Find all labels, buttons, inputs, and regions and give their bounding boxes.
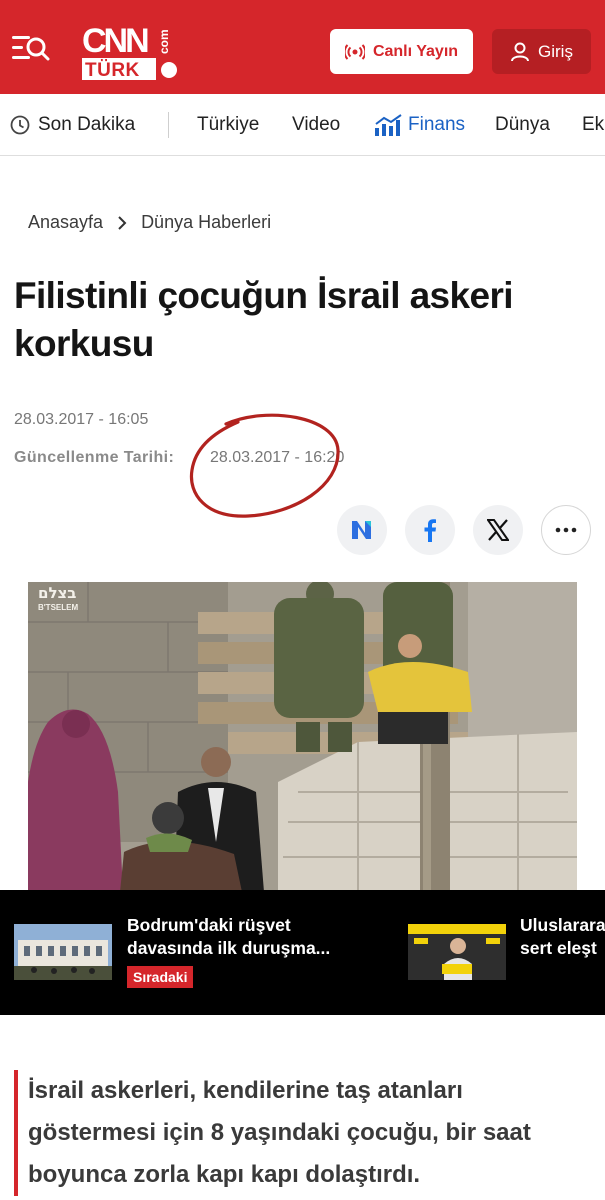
watermark-btselem: B'TSELEM	[38, 603, 78, 612]
share-x-button[interactable]	[473, 505, 523, 555]
next-badge: Sıradaki	[127, 966, 194, 988]
nav-label: Ek	[582, 114, 605, 135]
logo-turk-text: TÜRK	[85, 60, 140, 81]
news-headline-line: Uluslarara	[520, 915, 605, 935]
news-headline-line: sert eleşt	[520, 938, 597, 958]
breadcrumb: Anasayfa Dünya Haberleri	[28, 212, 271, 233]
updated-label: Güncellenme Tarihi:	[14, 449, 175, 466]
logo-com-text: com	[157, 29, 171, 54]
nav-item-son-dakika[interactable]: Son Dakika	[10, 114, 135, 136]
share-more-button[interactable]	[541, 505, 591, 555]
nav-label: Türkiye	[197, 114, 260, 135]
live-stream-button[interactable]: Canlı Yayın	[330, 29, 473, 74]
updated-date: 28.03.2017 - 16:20	[210, 449, 345, 466]
clock-icon	[10, 115, 30, 135]
nav-item-turkiye[interactable]: Türkiye	[197, 114, 259, 136]
nav-item-video[interactable]: Video	[292, 114, 340, 136]
category-nav: Son Dakika Türkiye Video Finans Dünya Ek	[0, 94, 605, 156]
news-headline[interactable]: Bodrum'daki rüşvet davasında ilk duruşma…	[127, 914, 367, 960]
nav-label: Son Dakika	[38, 114, 136, 135]
breadcrumb-home[interactable]: Anasayfa	[28, 212, 103, 233]
share-facebook-button[interactable]	[405, 505, 455, 555]
more-icon	[555, 527, 577, 533]
nav-label: Video	[292, 114, 341, 135]
news-thumbnail[interactable]	[408, 924, 506, 980]
article-video-image[interactable]: בצלם B'TSELEM	[28, 582, 577, 892]
login-label: Giriş	[538, 41, 573, 61]
nav-item-finans[interactable]: Finans	[374, 114, 465, 136]
news-headline-partial[interactable]: Uluslarara sert eleşt	[520, 914, 605, 960]
logo-cnn-text: CNN	[82, 22, 148, 60]
nav-label: Dünya	[495, 114, 550, 135]
article-lead: İsrail askerleri, kendilerine taş atanla…	[14, 1070, 574, 1196]
nav-item-ek[interactable]: Ek	[582, 114, 604, 136]
watermark-hebrew: בצלם	[38, 584, 76, 602]
facebook-icon	[424, 519, 436, 542]
broadcast-icon	[344, 43, 365, 60]
news-icon	[352, 521, 371, 539]
login-button[interactable]: Giriş	[492, 29, 591, 74]
chevron-right-icon	[118, 215, 127, 230]
user-icon	[511, 42, 530, 61]
x-icon	[487, 519, 509, 541]
share-news-button[interactable]	[337, 505, 387, 555]
nav-divider	[168, 112, 169, 138]
chart-icon	[375, 114, 402, 136]
menu-search-icon[interactable]	[12, 34, 50, 64]
article-title: Filistinli çocuğun İsrail askeri korkusu	[14, 275, 514, 364]
published-date: 28.03.2017 - 16:05	[14, 411, 149, 428]
live-stream-label: Canlı Yayın	[372, 42, 459, 60]
news-thumbnail[interactable]	[14, 924, 112, 980]
next-news-strip: Bodrum'daki rüşvet davasında ilk duruşma…	[0, 890, 605, 1015]
breadcrumb-section[interactable]: Dünya Haberleri	[141, 212, 271, 233]
top-header: CNN com TÜRK Canlı Yayın Giriş	[0, 0, 605, 94]
nav-item-dunya[interactable]: Dünya	[495, 114, 550, 136]
nav-label: Finans	[408, 114, 466, 135]
cnnturk-logo[interactable]: CNN com TÜRK	[82, 20, 182, 82]
